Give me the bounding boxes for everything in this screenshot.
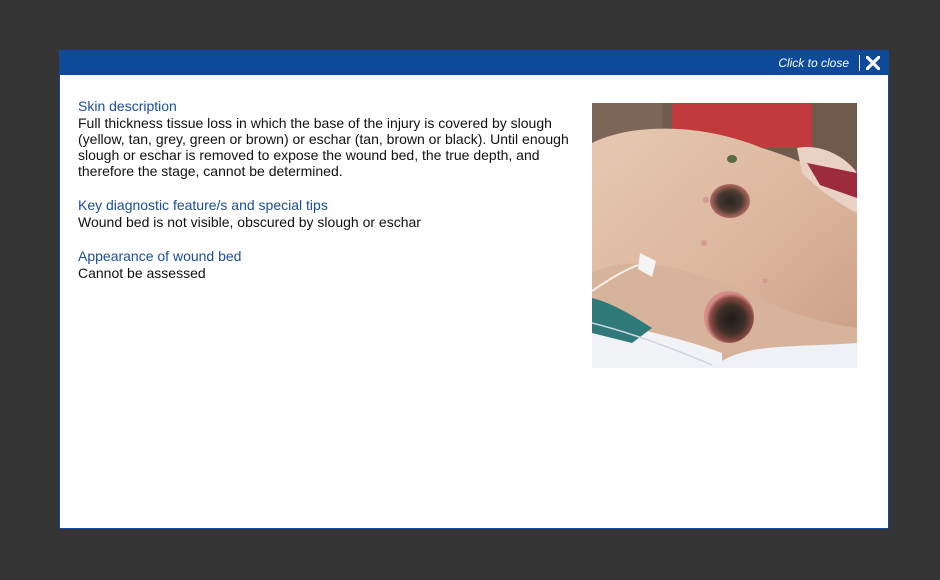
diagnostic-tips-section: Key diagnostic feature/s and special tip… <box>78 197 578 230</box>
diagnostic-tips-heading: Key diagnostic feature/s and special tip… <box>78 197 328 213</box>
description-content: Skin description Full thickness tissue l… <box>78 98 578 281</box>
wound-bed-heading: Appearance of wound bed <box>78 248 242 264</box>
skin-description-heading: Skin description <box>78 98 177 114</box>
wound-bed-text: Cannot be assessed <box>78 265 206 281</box>
close-divider <box>859 55 860 71</box>
skin-description-section: Skin description Full thickness tissue l… <box>78 98 578 179</box>
modal-header-bar: Click to close <box>60 51 888 75</box>
wound-photo <box>592 103 857 368</box>
wound-bed-section: Appearance of wound bed Cannot be assess… <box>78 248 578 281</box>
skin-description-text: Full thickness tissue loss in which the … <box>78 115 569 179</box>
close-x-icon[interactable] <box>866 56 880 70</box>
close-label[interactable]: Click to close <box>778 51 849 75</box>
diagnostic-tips-text: Wound bed is not visible, obscured by sl… <box>78 214 421 230</box>
close-button[interactable]: Click to close <box>778 51 880 75</box>
wound-info-modal: Click to close Skin description Full thi… <box>59 50 889 529</box>
